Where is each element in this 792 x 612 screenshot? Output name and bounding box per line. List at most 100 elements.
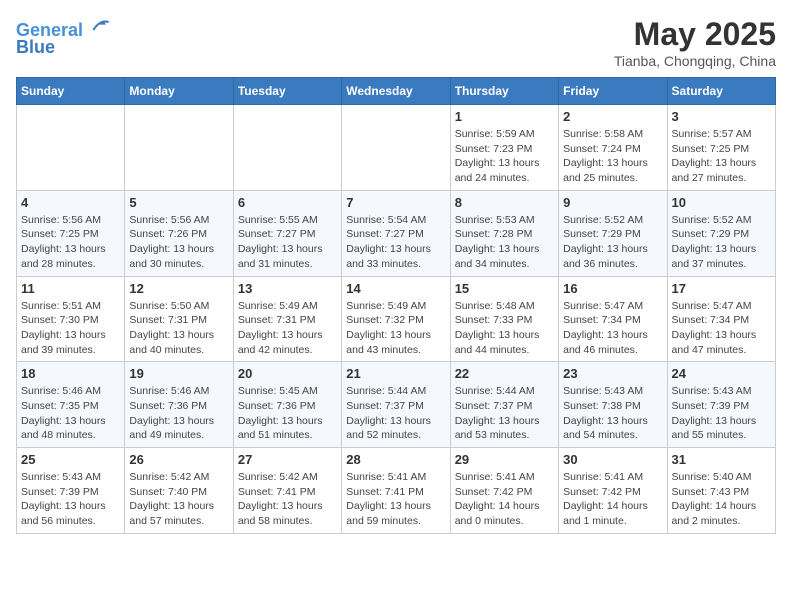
day-cell: 2 Sunrise: 5:58 AM Sunset: 7:24 PM Daylig… bbox=[559, 105, 667, 191]
day-number: 8 bbox=[455, 195, 554, 210]
day-cell: 21 Sunrise: 5:44 AM Sunset: 7:37 PM Dayli… bbox=[342, 362, 450, 448]
day-number: 2 bbox=[563, 109, 662, 124]
logo-icon bbox=[90, 16, 110, 36]
day-number: 7 bbox=[346, 195, 445, 210]
day-info: Sunrise: 5:40 AM Sunset: 7:43 PM Dayligh… bbox=[672, 470, 771, 529]
month-title: May 2025 bbox=[614, 16, 776, 53]
day-info: Sunrise: 5:49 AM Sunset: 7:31 PM Dayligh… bbox=[238, 299, 337, 358]
day-number: 18 bbox=[21, 366, 120, 381]
day-cell: 24 Sunrise: 5:43 AM Sunset: 7:39 PM Dayli… bbox=[667, 362, 775, 448]
weekday-header-thursday: Thursday bbox=[450, 78, 558, 105]
weekday-header-monday: Monday bbox=[125, 78, 233, 105]
week-row-4: 18 Sunrise: 5:46 AM Sunset: 7:35 PM Dayli… bbox=[17, 362, 776, 448]
day-number: 28 bbox=[346, 452, 445, 467]
day-cell: 20Sunrise: 5:45 AM Sunset: 7:36 PM Dayli… bbox=[233, 362, 341, 448]
day-cell: 31 Sunrise: 5:40 AM Sunset: 7:43 PM Dayli… bbox=[667, 448, 775, 534]
day-info: Sunrise: 5:57 AM Sunset: 7:25 PM Dayligh… bbox=[672, 127, 771, 186]
day-number: 17 bbox=[672, 281, 771, 296]
day-info: Sunrise: 5:56 AM Sunset: 7:26 PM Dayligh… bbox=[129, 213, 228, 272]
day-info: Sunrise: 5:42 AM Sunset: 7:41 PM Dayligh… bbox=[238, 470, 337, 529]
day-cell: 18 Sunrise: 5:46 AM Sunset: 7:35 PM Dayli… bbox=[17, 362, 125, 448]
day-info: Sunrise: 5:55 AM Sunset: 7:27 PM Dayligh… bbox=[238, 213, 337, 272]
day-number: 19 bbox=[129, 366, 228, 381]
day-number: 31 bbox=[672, 452, 771, 467]
weekday-header-row: SundayMondayTuesdayWednesdayThursdayFrid… bbox=[17, 78, 776, 105]
day-info: Sunrise: 5:43 AM Sunset: 7:39 PM Dayligh… bbox=[672, 384, 771, 443]
day-number: 10 bbox=[672, 195, 771, 210]
day-number: 24 bbox=[672, 366, 771, 381]
day-cell: 30Sunrise: 5:41 AM Sunset: 7:42 PM Dayli… bbox=[559, 448, 667, 534]
day-cell: 28Sunrise: 5:41 AM Sunset: 7:41 PM Dayli… bbox=[342, 448, 450, 534]
day-cell: 17 Sunrise: 5:47 AM Sunset: 7:34 PM Dayli… bbox=[667, 276, 775, 362]
calendar-body: 1Sunrise: 5:59 AM Sunset: 7:23 PM Daylig… bbox=[17, 105, 776, 534]
day-number: 6 bbox=[238, 195, 337, 210]
week-row-3: 11 Sunrise: 5:51 AM Sunset: 7:30 PM Dayli… bbox=[17, 276, 776, 362]
day-number: 23 bbox=[563, 366, 662, 381]
day-cell: 19 Sunrise: 5:46 AM Sunset: 7:36 PM Dayli… bbox=[125, 362, 233, 448]
day-cell: 15Sunrise: 5:48 AM Sunset: 7:33 PM Dayli… bbox=[450, 276, 558, 362]
day-info: Sunrise: 5:59 AM Sunset: 7:23 PM Dayligh… bbox=[455, 127, 554, 186]
day-cell: 25Sunrise: 5:43 AM Sunset: 7:39 PM Dayli… bbox=[17, 448, 125, 534]
day-cell bbox=[233, 105, 341, 191]
day-cell: 9 Sunrise: 5:52 AM Sunset: 7:29 PM Daylig… bbox=[559, 190, 667, 276]
day-cell: 22 Sunrise: 5:44 AM Sunset: 7:37 PM Dayli… bbox=[450, 362, 558, 448]
day-number: 9 bbox=[563, 195, 662, 210]
day-cell: 27 Sunrise: 5:42 AM Sunset: 7:41 PM Dayli… bbox=[233, 448, 341, 534]
day-cell: 16 Sunrise: 5:47 AM Sunset: 7:34 PM Dayli… bbox=[559, 276, 667, 362]
location: Tianba, Chongqing, China bbox=[614, 53, 776, 69]
day-info: Sunrise: 5:44 AM Sunset: 7:37 PM Dayligh… bbox=[455, 384, 554, 443]
day-number: 15 bbox=[455, 281, 554, 296]
day-cell: 13Sunrise: 5:49 AM Sunset: 7:31 PM Dayli… bbox=[233, 276, 341, 362]
day-cell: 11 Sunrise: 5:51 AM Sunset: 7:30 PM Dayli… bbox=[17, 276, 125, 362]
day-info: Sunrise: 5:42 AM Sunset: 7:40 PM Dayligh… bbox=[129, 470, 228, 529]
day-info: Sunrise: 5:51 AM Sunset: 7:30 PM Dayligh… bbox=[21, 299, 120, 358]
day-number: 27 bbox=[238, 452, 337, 467]
week-row-1: 1Sunrise: 5:59 AM Sunset: 7:23 PM Daylig… bbox=[17, 105, 776, 191]
day-cell: 29 Sunrise: 5:41 AM Sunset: 7:42 PM Dayli… bbox=[450, 448, 558, 534]
day-info: Sunrise: 5:52 AM Sunset: 7:29 PM Dayligh… bbox=[672, 213, 771, 272]
weekday-header-sunday: Sunday bbox=[17, 78, 125, 105]
day-number: 20 bbox=[238, 366, 337, 381]
day-number: 22 bbox=[455, 366, 554, 381]
day-cell: 23Sunrise: 5:43 AM Sunset: 7:38 PM Dayli… bbox=[559, 362, 667, 448]
calendar-table: SundayMondayTuesdayWednesdayThursdayFrid… bbox=[16, 77, 776, 534]
day-cell: 1Sunrise: 5:59 AM Sunset: 7:23 PM Daylig… bbox=[450, 105, 558, 191]
day-number: 4 bbox=[21, 195, 120, 210]
weekday-header-friday: Friday bbox=[559, 78, 667, 105]
week-row-5: 25Sunrise: 5:43 AM Sunset: 7:39 PM Dayli… bbox=[17, 448, 776, 534]
day-cell: 12Sunrise: 5:50 AM Sunset: 7:31 PM Dayli… bbox=[125, 276, 233, 362]
logo: General Blue bbox=[16, 16, 110, 58]
day-cell: 8Sunrise: 5:53 AM Sunset: 7:28 PM Daylig… bbox=[450, 190, 558, 276]
day-cell bbox=[17, 105, 125, 191]
day-number: 16 bbox=[563, 281, 662, 296]
day-number: 11 bbox=[21, 281, 120, 296]
day-cell: 6 Sunrise: 5:55 AM Sunset: 7:27 PM Daylig… bbox=[233, 190, 341, 276]
day-info: Sunrise: 5:49 AM Sunset: 7:32 PM Dayligh… bbox=[346, 299, 445, 358]
day-info: Sunrise: 5:58 AM Sunset: 7:24 PM Dayligh… bbox=[563, 127, 662, 186]
day-cell bbox=[125, 105, 233, 191]
week-row-2: 4Sunrise: 5:56 AM Sunset: 7:25 PM Daylig… bbox=[17, 190, 776, 276]
day-cell: 14 Sunrise: 5:49 AM Sunset: 7:32 PM Dayli… bbox=[342, 276, 450, 362]
day-info: Sunrise: 5:44 AM Sunset: 7:37 PM Dayligh… bbox=[346, 384, 445, 443]
day-number: 12 bbox=[129, 281, 228, 296]
day-info: Sunrise: 5:47 AM Sunset: 7:34 PM Dayligh… bbox=[672, 299, 771, 358]
day-number: 21 bbox=[346, 366, 445, 381]
weekday-header-tuesday: Tuesday bbox=[233, 78, 341, 105]
day-number: 26 bbox=[129, 452, 228, 467]
day-number: 3 bbox=[672, 109, 771, 124]
day-info: Sunrise: 5:46 AM Sunset: 7:36 PM Dayligh… bbox=[129, 384, 228, 443]
day-info: Sunrise: 5:41 AM Sunset: 7:42 PM Dayligh… bbox=[455, 470, 554, 529]
day-cell: 4Sunrise: 5:56 AM Sunset: 7:25 PM Daylig… bbox=[17, 190, 125, 276]
day-info: Sunrise: 5:52 AM Sunset: 7:29 PM Dayligh… bbox=[563, 213, 662, 272]
day-info: Sunrise: 5:43 AM Sunset: 7:39 PM Dayligh… bbox=[21, 470, 120, 529]
day-info: Sunrise: 5:54 AM Sunset: 7:27 PM Dayligh… bbox=[346, 213, 445, 272]
day-info: Sunrise: 5:46 AM Sunset: 7:35 PM Dayligh… bbox=[21, 384, 120, 443]
day-cell bbox=[342, 105, 450, 191]
day-info: Sunrise: 5:41 AM Sunset: 7:42 PM Dayligh… bbox=[563, 470, 662, 529]
day-number: 29 bbox=[455, 452, 554, 467]
day-number: 14 bbox=[346, 281, 445, 296]
day-cell: 10 Sunrise: 5:52 AM Sunset: 7:29 PM Dayli… bbox=[667, 190, 775, 276]
day-cell: 3 Sunrise: 5:57 AM Sunset: 7:25 PM Daylig… bbox=[667, 105, 775, 191]
day-info: Sunrise: 5:47 AM Sunset: 7:34 PM Dayligh… bbox=[563, 299, 662, 358]
title-block: May 2025 Tianba, Chongqing, China bbox=[614, 16, 776, 69]
